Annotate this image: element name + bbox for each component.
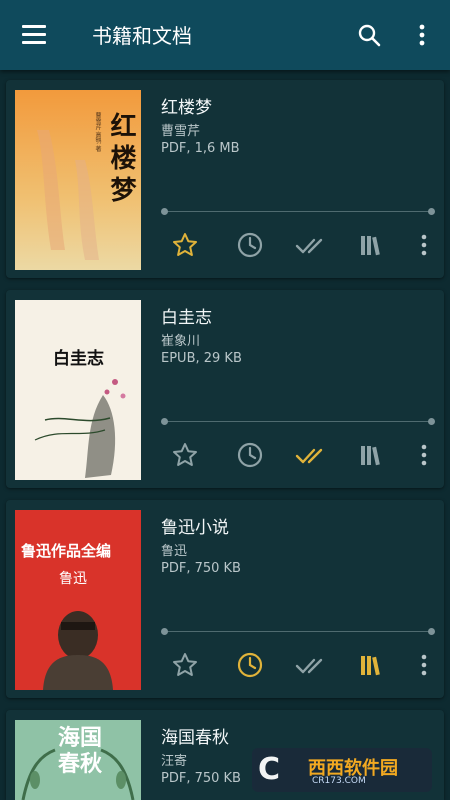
progress-start-dot — [161, 628, 168, 635]
book-title[interactable]: 白圭志 — [161, 303, 212, 328]
clock-icon[interactable] — [235, 650, 265, 680]
search-icon[interactable] — [357, 23, 381, 47]
menu-icon[interactable] — [22, 23, 48, 45]
cover-title: 鲁迅作品全编 — [21, 542, 112, 560]
book-cover[interactable]: 鲁迅作品全编 鲁迅 — [15, 510, 141, 690]
clock-icon[interactable] — [235, 230, 265, 260]
clock-icon[interactable] — [235, 440, 265, 470]
book-actions — [161, 230, 441, 260]
book-author: 鲁迅 — [161, 544, 188, 559]
reading-progress[interactable] — [161, 418, 435, 426]
book-author: 曹雪芹 — [161, 124, 201, 139]
more-vert-icon[interactable] — [412, 23, 432, 47]
progress-start-dot — [161, 208, 168, 215]
progress-start-dot — [161, 418, 168, 425]
book-title[interactable]: 红楼梦 — [161, 93, 212, 118]
more-vert-icon[interactable] — [409, 230, 439, 260]
book-meta: EPUB, 29 KB — [161, 351, 242, 366]
watermark-c-glyph: C — [258, 752, 281, 787]
book-meta: PDF, 1,6 MB — [161, 141, 240, 156]
book-meta: PDF, 750 KB — [161, 561, 241, 576]
favorite-star-icon[interactable] — [170, 440, 200, 470]
favorite-star-icon[interactable] — [170, 230, 200, 260]
watermark-url: CR173.COM — [312, 776, 366, 786]
reading-progress[interactable] — [161, 208, 435, 216]
book-cover[interactable]: 曹雪芹 高鹗 著 红楼梦 — [15, 90, 141, 270]
more-vert-icon[interactable] — [409, 650, 439, 680]
more-vert-icon[interactable] — [409, 440, 439, 470]
library-books-icon[interactable] — [356, 230, 386, 260]
progress-end-dot — [428, 628, 435, 635]
reading-progress[interactable] — [161, 628, 435, 636]
progress-track — [163, 421, 433, 422]
cover-title: 红楼梦 — [106, 112, 136, 208]
cover-subtitle: 曹雪芹 高鹗 著 — [94, 112, 101, 152]
book-title[interactable]: 海国春秋 — [161, 723, 229, 748]
book-meta: PDF, 750 KB — [161, 771, 241, 786]
book-actions — [161, 440, 441, 470]
page-title: 书籍和文档 — [92, 24, 192, 48]
app-bar: 书籍和文档 — [0, 0, 450, 70]
watermark-logo: C 西西软件园 CR173.COM — [252, 748, 432, 792]
read-check-icon[interactable] — [294, 440, 328, 470]
progress-end-dot — [428, 208, 435, 215]
book-title[interactable]: 鲁迅小说 — [161, 513, 229, 538]
book-card[interactable]: 曹雪芹 高鹗 著 红楼梦 红楼梦 曹雪芹 PDF, 1,6 MB — [6, 80, 444, 278]
progress-track — [163, 631, 433, 632]
cover-author: 鲁迅 — [59, 571, 87, 587]
progress-track — [163, 211, 433, 212]
book-author: 崔象川 — [161, 334, 201, 349]
favorite-star-icon[interactable] — [170, 650, 200, 680]
book-card[interactable]: 鲁迅作品全编 鲁迅 鲁迅小说 鲁迅 PDF, 750 KB — [6, 500, 444, 698]
library-books-icon[interactable] — [356, 650, 386, 680]
library-books-icon[interactable] — [356, 440, 386, 470]
progress-end-dot — [428, 418, 435, 425]
read-check-icon[interactable] — [294, 230, 328, 260]
book-actions — [161, 650, 441, 680]
book-cover[interactable]: 海国春秋 — [15, 720, 141, 800]
read-check-icon[interactable] — [294, 650, 328, 680]
cover-title: 海国春秋 — [57, 726, 102, 777]
book-author: 汪寄 — [161, 754, 188, 769]
book-cover[interactable]: 白圭志 — [15, 300, 141, 480]
cover-title: 白圭志 — [53, 349, 104, 369]
book-card[interactable]: 白圭志 白圭志 崔象川 EPUB, 29 KB — [6, 290, 444, 488]
